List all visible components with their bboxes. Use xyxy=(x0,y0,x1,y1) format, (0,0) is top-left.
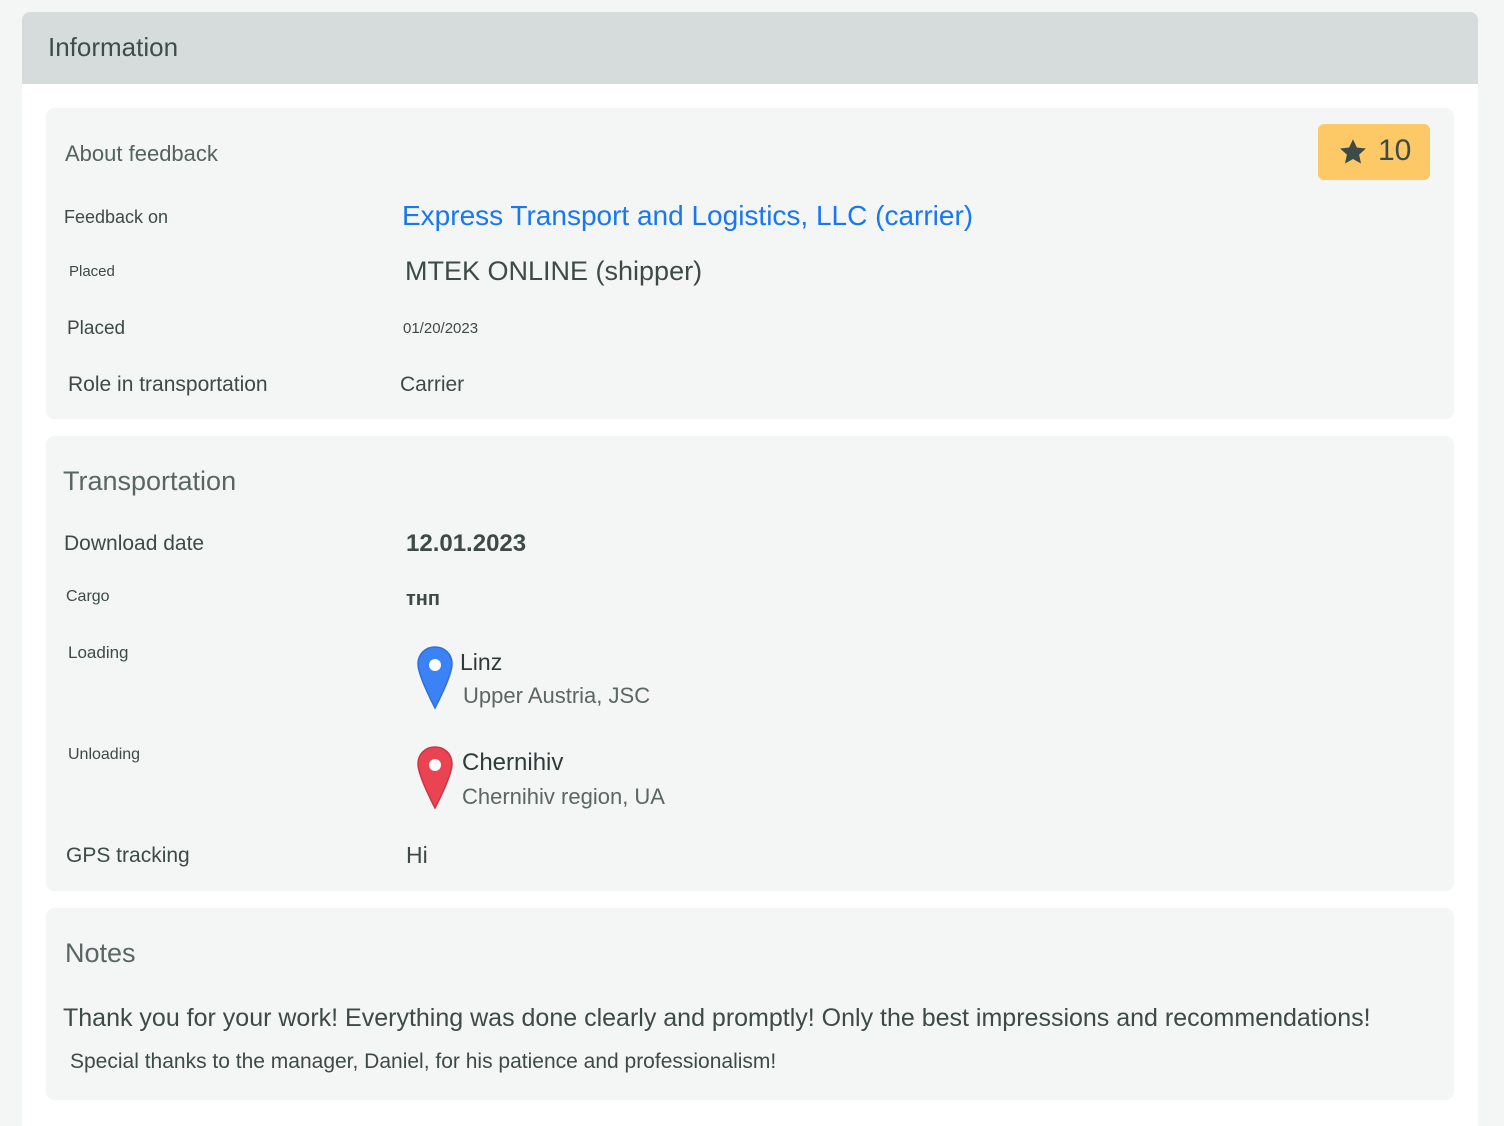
notes-text-line1: Thank you for your work! Everything was … xyxy=(63,1004,1371,1032)
placed-by-value: MTEK ONLINE (shipper) xyxy=(405,256,703,286)
transportation-card: Transportation Download date 12.01.2023 … xyxy=(46,436,1454,891)
about-feedback-title: About feedback xyxy=(65,141,218,166)
gps-tracking-label: GPS tracking xyxy=(66,844,190,867)
notes-title: Notes xyxy=(65,938,136,968)
map-pin-blue-icon xyxy=(417,646,453,710)
placed-date-label: Placed xyxy=(67,318,126,339)
cargo-value: тнп xyxy=(406,588,440,610)
notes-text-line2: Special thanks to the manager, Daniel, f… xyxy=(70,1050,777,1073)
rating-badge: 10 xyxy=(1318,124,1430,180)
role-value: Carrier xyxy=(400,373,465,396)
loading-region: Upper Austria, JSC xyxy=(463,683,651,708)
gps-tracking-value: Hi xyxy=(406,842,428,868)
notes-card: Notes Thank you for your work! Everythin… xyxy=(46,908,1454,1100)
unloading-region: Chernihiv region, UA xyxy=(462,784,665,809)
unloading-city: Chernihiv xyxy=(462,749,564,776)
placed-by-label: Placed xyxy=(69,263,115,280)
cargo-label: Cargo xyxy=(66,588,110,605)
role-label: Role in transportation xyxy=(68,373,268,396)
information-panel: Information About feedback 10 Feedback o… xyxy=(22,12,1478,1126)
star-icon xyxy=(1340,139,1366,164)
map-pin-red-icon xyxy=(417,746,453,810)
panel-title: Information xyxy=(48,32,179,62)
rating-value: 10 xyxy=(1378,134,1412,167)
transportation-title: Transportation xyxy=(63,466,237,496)
placed-date-value: 01/20/2023 xyxy=(403,320,479,337)
download-date-value: 12.01.2023 xyxy=(406,530,527,557)
loading-city: Linz xyxy=(460,649,503,675)
unloading-label: Unloading xyxy=(68,746,141,763)
about-feedback-card: About feedback 10 Feedback on Express Tr… xyxy=(46,108,1454,419)
feedback-on-link[interactable]: Express Transport and Logistics, LLC (ca… xyxy=(402,200,973,232)
download-date-label: Download date xyxy=(64,532,205,555)
panel-header: Information xyxy=(22,12,1478,84)
loading-label: Loading xyxy=(68,643,129,662)
feedback-on-label: Feedback on xyxy=(64,207,169,227)
